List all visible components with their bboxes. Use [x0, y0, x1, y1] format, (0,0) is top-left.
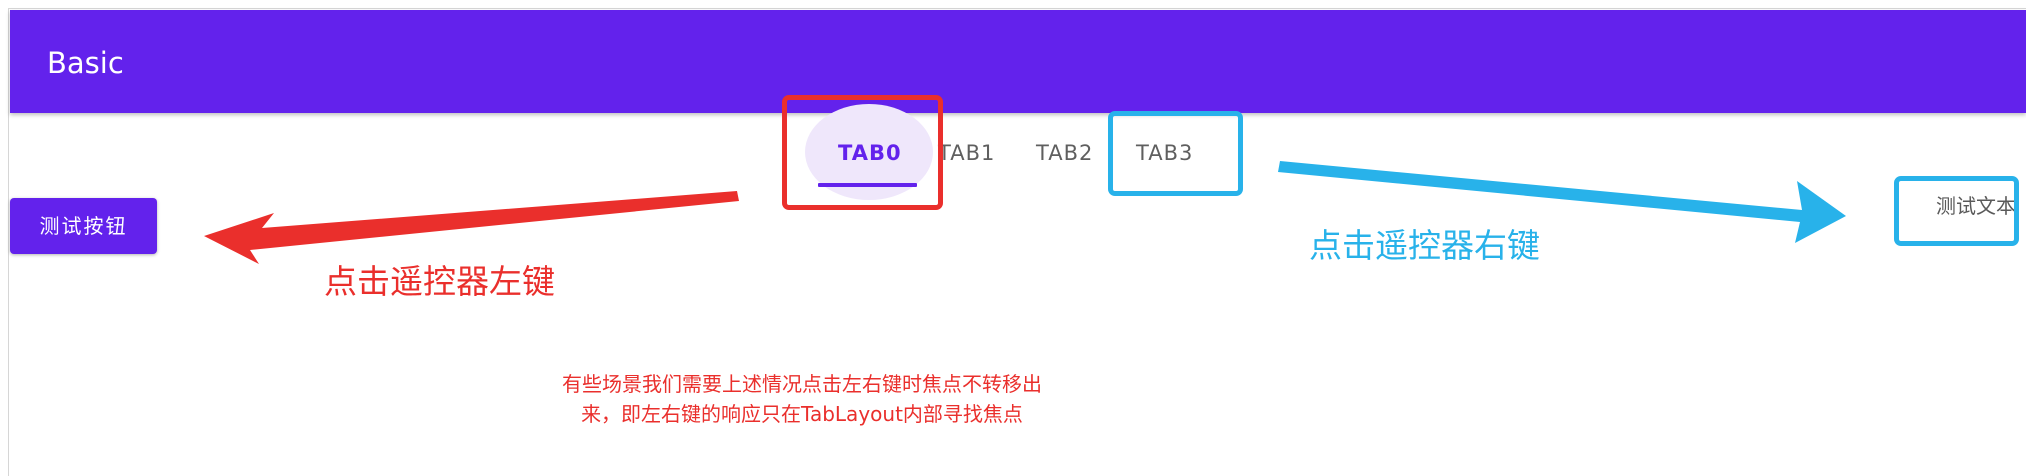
red-left-arrow [204, 191, 739, 264]
note-line-1: 有些场景我们需要上述情况点击左右键时焦点不转移出 [562, 372, 1042, 396]
note-annotation: 有些场景我们需要上述情况点击左右键时焦点不转移出 来，即左右键的响应只在TabL… [502, 369, 1102, 429]
right-key-annotation: 点击遥控器右键 [1309, 226, 1540, 265]
note-line-2: 来，即左右键的响应只在TabLayout内部寻找焦点 [581, 402, 1023, 426]
left-key-annotation: 点击遥控器左键 [324, 262, 555, 301]
